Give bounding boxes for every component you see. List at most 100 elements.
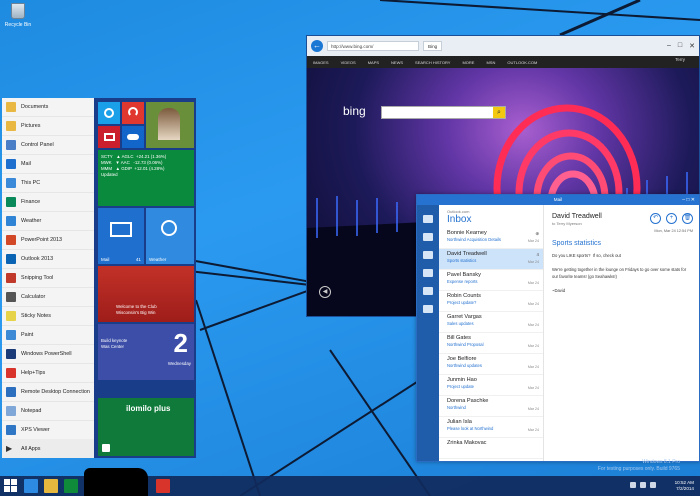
bing-nav-item[interactable]: SEARCH HISTORY bbox=[415, 60, 450, 65]
ie-taskbar-icon[interactable] bbox=[24, 479, 38, 493]
start-app-item[interactable]: Windows PowerShell bbox=[2, 345, 94, 364]
menu-icon[interactable] bbox=[423, 215, 433, 223]
headphones-icon bbox=[128, 107, 138, 117]
start-app-item[interactable]: Paint bbox=[2, 326, 94, 345]
file-explorer-taskbar-icon[interactable] bbox=[44, 479, 58, 493]
people-tile[interactable] bbox=[146, 102, 194, 148]
bing-nav-item[interactable]: OUTLOOK.COM bbox=[507, 60, 537, 65]
arrow-right-icon: ▶ bbox=[6, 443, 13, 453]
windows-logo-pane bbox=[4, 486, 10, 492]
minimize-icon[interactable]: – bbox=[667, 42, 671, 50]
start-app-item[interactable]: Weather bbox=[2, 212, 94, 231]
message-sender-name: Dorena Paschke bbox=[447, 398, 489, 404]
message-subject-line: Northwind Proposal bbox=[447, 342, 484, 347]
store-taskbar-icon[interactable] bbox=[64, 479, 78, 493]
help-taskbar-icon[interactable] bbox=[156, 479, 170, 493]
bing-nav-item[interactable]: NEWS bbox=[391, 60, 403, 65]
start-app-item[interactable]: This PC bbox=[2, 174, 94, 193]
bing-nav-item[interactable]: MSN bbox=[486, 60, 495, 65]
message-list-item[interactable]: Julian Isla Please look at Northwind Mar 2… bbox=[439, 417, 543, 438]
people-icon[interactable] bbox=[423, 269, 433, 277]
game-tile[interactable]: ilomilo plus bbox=[98, 398, 194, 456]
start-app-item[interactable]: PowerPoint 2013 bbox=[2, 231, 94, 250]
skype-tile[interactable] bbox=[98, 102, 120, 124]
all-apps-button[interactable]: ▶ All Apps bbox=[2, 439, 94, 458]
bing-search-input[interactable]: ⌕ bbox=[381, 106, 506, 119]
start-button[interactable] bbox=[4, 479, 18, 493]
start-app-item[interactable]: Notepad bbox=[2, 402, 94, 421]
mail-tile-count: 41 bbox=[135, 257, 141, 262]
message-sender-name: Julian Isla bbox=[447, 419, 472, 425]
start-app-item[interactable]: Documents bbox=[2, 98, 94, 117]
start-app-item[interactable]: Sticky Notes bbox=[2, 307, 94, 326]
bing-nav-item[interactable]: MAPS bbox=[368, 60, 379, 65]
message-sender-name: Joe Belfiore bbox=[447, 356, 477, 362]
message-list-item[interactable]: Junmin Hao Project update Mar 24 bbox=[439, 375, 543, 396]
photos-tile[interactable] bbox=[98, 126, 120, 148]
start-app-item[interactable]: Pictures bbox=[2, 117, 94, 136]
start-app-item[interactable]: XPS Viewer bbox=[2, 421, 94, 440]
back-arrow-icon[interactable]: ← bbox=[311, 40, 323, 52]
address-bar[interactable]: http://www.bing.com/ bbox=[327, 41, 419, 51]
start-app-item[interactable]: Snipping Tool bbox=[2, 269, 94, 288]
search-icon[interactable]: ⌕ bbox=[493, 107, 505, 118]
network-tray-icon[interactable] bbox=[640, 482, 646, 488]
message-sender-name: Junmin Hao bbox=[447, 377, 477, 383]
message-subject-line: Project update bbox=[447, 384, 475, 389]
finance-tile[interactable]: SCTY ▲ AGLC +24.21 (1.36%) MWK ▼ AAC -12… bbox=[98, 150, 194, 206]
close-icon[interactable]: ✕ bbox=[689, 42, 695, 50]
mail-window: Mail – □ ✕ Outlook.com Inbox Bonnie Kear… bbox=[416, 194, 700, 462]
message-list-item[interactable]: Zrinka Makovac bbox=[439, 438, 543, 459]
message-list-item[interactable]: Pavel Bansky Expense reports Mar 24 bbox=[439, 270, 543, 291]
sports-tile[interactable]: Welcome to the Club Wisconsin's Big Win bbox=[98, 266, 194, 322]
bing-nav-item[interactable]: VIDEOS bbox=[341, 60, 356, 65]
onedrive-tile[interactable] bbox=[122, 126, 144, 148]
start-app-item[interactable]: Mail bbox=[2, 155, 94, 174]
mail-window-controls[interactable]: – □ ✕ bbox=[682, 195, 695, 205]
calendar-tile[interactable]: Build keynote Was Center 2 Wednesday bbox=[98, 324, 194, 380]
recycle-bin[interactable]: Recycle Bin bbox=[4, 3, 32, 28]
flag-icon[interactable] bbox=[423, 287, 433, 295]
outlook-icon bbox=[6, 254, 16, 264]
clock[interactable]: 10:52 AM 7/2/2014 bbox=[675, 480, 694, 492]
flag-tray-icon[interactable] bbox=[630, 482, 636, 488]
message-list-item[interactable]: Garret Vargas Sales updates Mar 24 bbox=[439, 312, 543, 333]
message-date: Mar 24 bbox=[527, 260, 539, 264]
start-app-item[interactable]: Outlook 2013 bbox=[2, 250, 94, 269]
start-app-item[interactable]: Finance bbox=[2, 193, 94, 212]
music-tile[interactable] bbox=[122, 102, 144, 124]
message-subject-line: Project update? bbox=[447, 300, 477, 305]
system-tray bbox=[630, 482, 656, 488]
calendar-icon[interactable] bbox=[423, 305, 433, 313]
start-app-item[interactable]: Calculator bbox=[2, 288, 94, 307]
start-app-label: PowerPoint 2013 bbox=[21, 237, 63, 243]
volume-tray-icon[interactable] bbox=[650, 482, 656, 488]
info-icon[interactable]: ◀ bbox=[319, 286, 331, 298]
message-list-item[interactable]: David Treadwell Sports statistics Mar 24 4 bbox=[439, 249, 543, 270]
bing-logo: bing bbox=[343, 104, 366, 118]
browser-tab[interactable]: Bing bbox=[423, 41, 443, 51]
bing-nav-item[interactable]: MORE bbox=[462, 60, 474, 65]
message-sender-name: Zrinka Makovac bbox=[447, 440, 487, 446]
weather-tile[interactable]: Weather bbox=[146, 208, 194, 264]
start-app-item[interactable]: Remote Desktop Connection bbox=[2, 383, 94, 402]
ie-titlebar: ← http://www.bing.com/ Bing – □ ✕ bbox=[307, 36, 699, 56]
mail-tile[interactable]: Mail 41 bbox=[98, 208, 144, 264]
message-list-item[interactable]: Bill Gates Northwind Proposal Mar 24 bbox=[439, 333, 543, 354]
inbox-icon[interactable] bbox=[423, 233, 433, 241]
new-message-icon[interactable]: + bbox=[666, 213, 677, 224]
message-date: Mar 24 bbox=[527, 281, 539, 285]
folder-icon[interactable] bbox=[423, 251, 433, 259]
start-app-item[interactable]: Help+Tips bbox=[2, 364, 94, 383]
message-list-item[interactable]: Bonnie Kearney Northwind Acquisition Deta… bbox=[439, 228, 543, 249]
message-list-item[interactable]: Robin Counts Project update? Mar 24 bbox=[439, 291, 543, 312]
start-app-item[interactable]: Control Panel bbox=[2, 136, 94, 155]
message-list-item[interactable]: Dorena Paschke Northwind Mar 24 bbox=[439, 396, 543, 417]
reply-icon[interactable]: ↶ bbox=[650, 213, 661, 224]
delete-icon[interactable]: 🗑 bbox=[682, 213, 693, 224]
maximize-icon[interactable]: □ bbox=[678, 42, 682, 50]
bing-user[interactable]: Terry bbox=[675, 57, 685, 62]
message-date: Mar 24 bbox=[527, 407, 539, 411]
message-list-item[interactable]: Joe Belfiore Northwind updates Mar 24 bbox=[439, 354, 543, 375]
bing-nav-item[interactable]: IMAGES bbox=[313, 60, 329, 65]
